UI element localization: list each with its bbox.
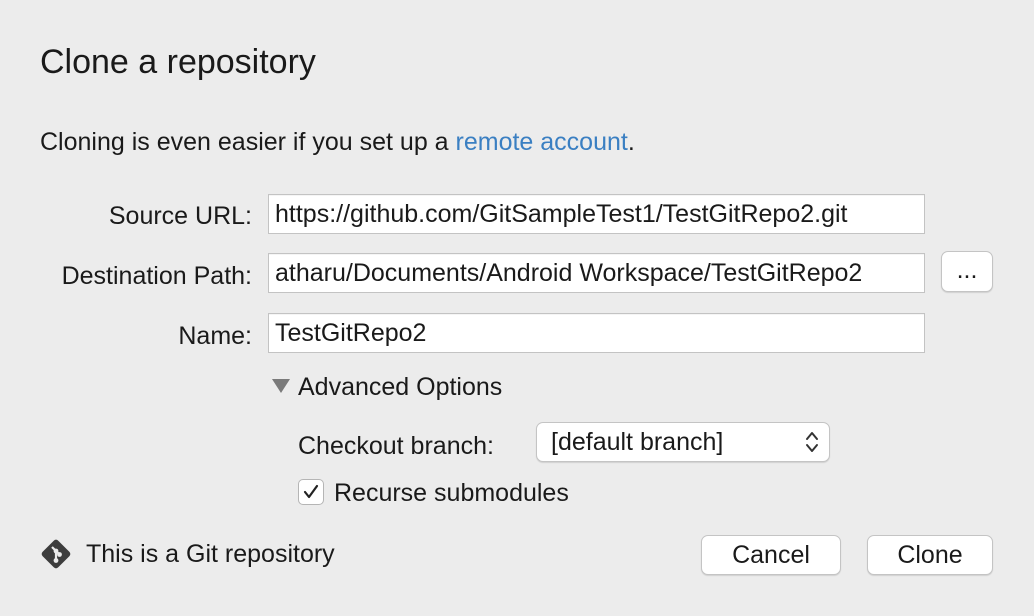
intro-text: Cloning is even easier if you set up a r…	[40, 126, 635, 158]
name-input[interactable]: TestGitRepo2	[268, 313, 925, 353]
checkout-branch-value: [default branch]	[551, 428, 724, 456]
checkout-branch-select[interactable]: [default branch]	[536, 422, 830, 462]
clone-button[interactable]: Clone	[867, 535, 993, 575]
updown-chevron-icon	[806, 432, 818, 452]
destination-path-value: atharu/Documents/Android Workspace/TestG…	[275, 259, 863, 287]
destination-path-input[interactable]: atharu/Documents/Android Workspace/TestG…	[268, 253, 925, 293]
recurse-submodules-checkbox[interactable]	[298, 479, 324, 505]
destination-path-label: Destination Path:	[61, 262, 252, 290]
disclosure-triangle-icon	[272, 379, 290, 394]
intro-suffix: .	[627, 128, 635, 156]
browse-button[interactable]: ...	[941, 251, 993, 292]
dialog-title: Clone a repository	[40, 43, 316, 81]
advanced-options-label: Advanced Options	[298, 373, 503, 401]
source-url-label: Source URL:	[108, 202, 252, 230]
remote-account-link[interactable]: remote account	[456, 128, 628, 156]
recurse-submodules-label: Recurse submodules	[334, 479, 569, 507]
clone-repository-dialog: Clone a repository Cloning is even easie…	[0, 0, 1034, 616]
name-label: Name:	[178, 322, 252, 350]
git-icon	[41, 539, 71, 569]
cancel-button[interactable]: Cancel	[701, 535, 841, 575]
source-url-input[interactable]: https://github.com/GitSampleTest1/TestGi…	[268, 194, 925, 234]
git-status-text: This is a Git repository	[86, 540, 335, 568]
advanced-options-toggle[interactable]: Advanced Options	[272, 371, 502, 403]
checkout-branch-label: Checkout branch:	[298, 432, 494, 460]
intro-prefix: Cloning is even easier if you set up a	[40, 128, 456, 156]
checkmark-icon	[303, 484, 319, 499]
